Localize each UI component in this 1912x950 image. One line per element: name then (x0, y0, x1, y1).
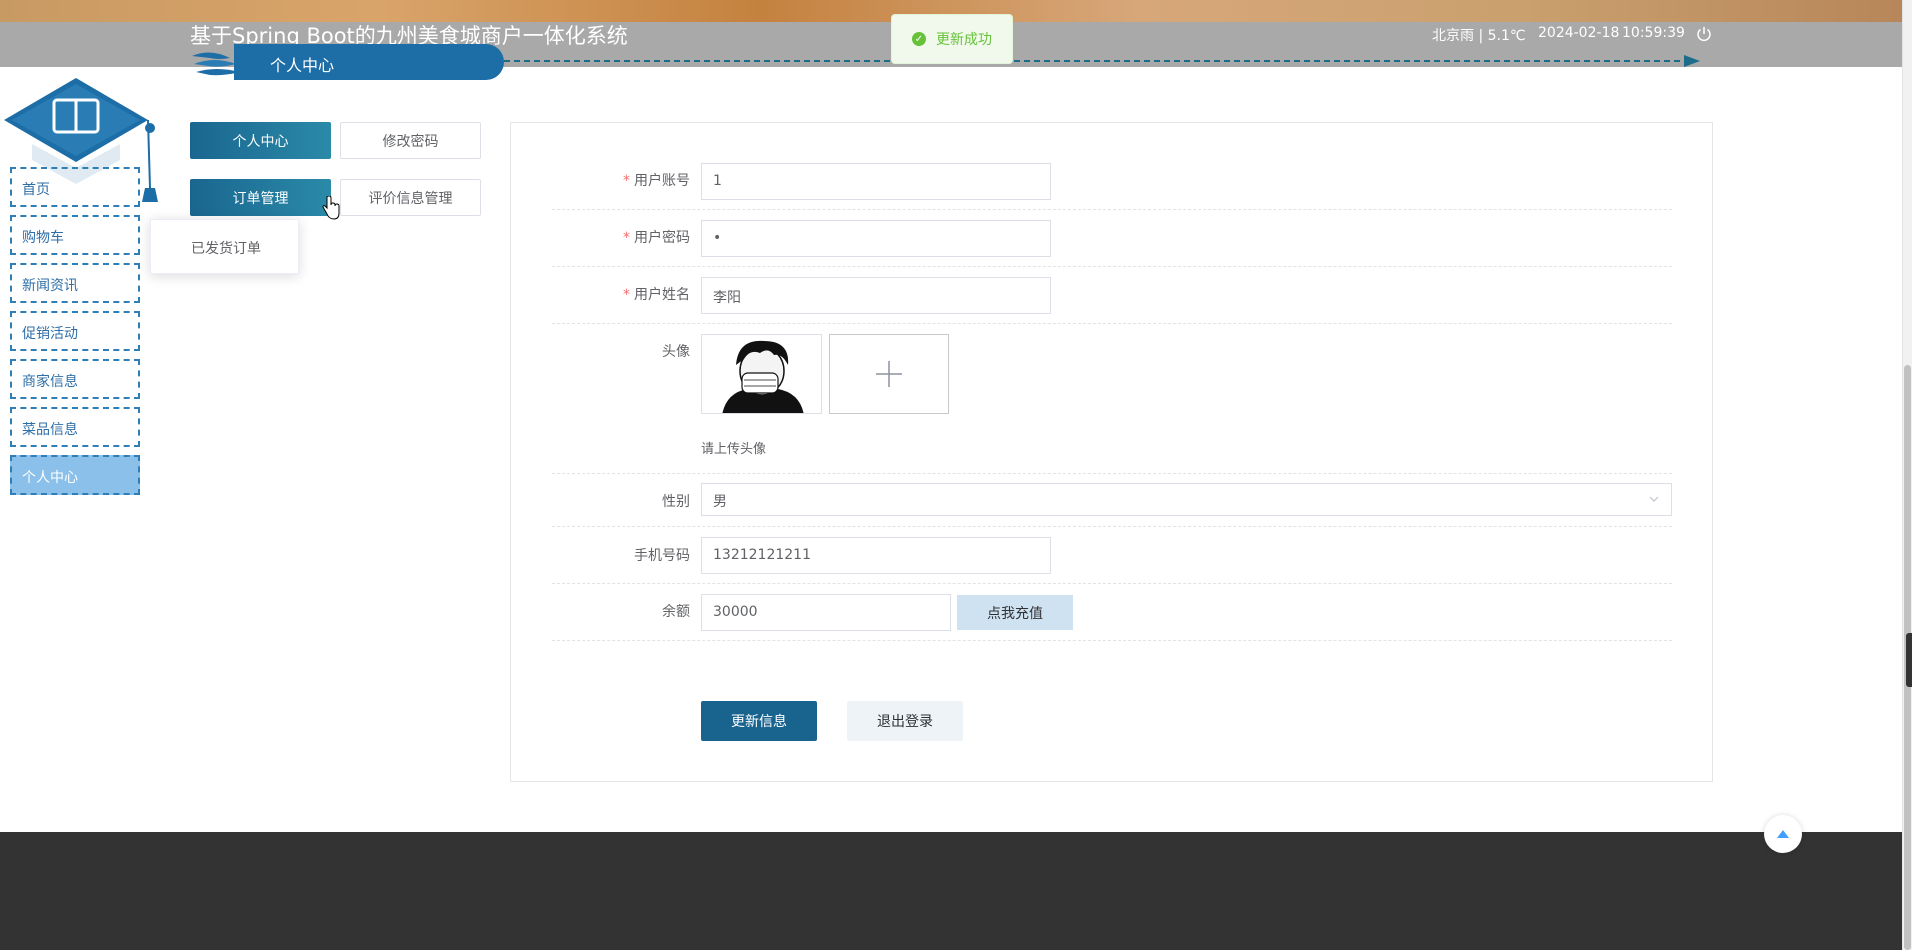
update-info-button[interactable]: 更新信息 (701, 701, 817, 741)
phone-input[interactable]: 13212121211 (701, 537, 1051, 574)
avatar-label: 头像 (662, 344, 690, 360)
row-divider (552, 323, 1672, 324)
required-mark: * (623, 230, 630, 246)
balance-input[interactable]: 30000 (701, 594, 951, 631)
time-display: 10:59:39 (1622, 25, 1685, 41)
logout-button[interactable]: 退出登录 (847, 701, 963, 741)
success-toast: ✓ 更新成功 (891, 14, 1013, 64)
dashed-arrow-decoration (504, 55, 1700, 67)
order-dropdown-menu: 已发货订单 (150, 219, 299, 274)
page-subtitle-banner: 个人中心 (190, 44, 504, 80)
account-input[interactable]: 1 (701, 163, 1051, 200)
avatar-upload-button[interactable] (829, 334, 949, 414)
row-divider (552, 266, 1672, 267)
gender-selected-value: 男 (713, 494, 727, 510)
dropdown-item-shipped-orders[interactable]: 已发货订单 (191, 238, 261, 258)
tab-change-password[interactable]: 修改密码 (340, 122, 481, 159)
row-divider (552, 526, 1672, 527)
plus-icon (876, 361, 902, 387)
profile-form-panel (510, 122, 1713, 782)
nav-item-personal-center[interactable]: 个人中心 (10, 455, 140, 495)
page-subtitle: 个人中心 (270, 56, 335, 75)
account-label: * 用户账号 (560, 170, 690, 190)
avatar-illustration (702, 335, 821, 413)
required-mark: * (623, 173, 630, 189)
nav-item-merchants[interactable]: 商家信息 (10, 359, 140, 399)
nav-item-dishes[interactable]: 菜品信息 (10, 407, 140, 447)
row-divider (552, 583, 1672, 584)
required-mark: * (623, 287, 630, 303)
avatar-image[interactable] (701, 334, 822, 414)
name-input[interactable]: 李阳 (701, 277, 1051, 314)
name-label: * 用户姓名 (560, 284, 690, 304)
name-label-text: 用户姓名 (634, 287, 690, 303)
caret-up-icon (1777, 830, 1789, 838)
phone-label: 手机号码 (634, 548, 690, 564)
hand-cursor-icon (322, 196, 340, 220)
avatar-upload-hint: 请上传头像 (701, 442, 767, 457)
row-divider (552, 640, 1672, 641)
back-to-top-button[interactable] (1764, 815, 1802, 853)
toast-message: 更新成功 (936, 32, 992, 48)
nav-item-promotions[interactable]: 促销活动 (10, 311, 140, 351)
account-label-text: 用户账号 (634, 173, 690, 189)
power-icon[interactable] (1695, 25, 1713, 43)
scroll-position-marker (1906, 633, 1912, 687)
password-label-text: 用户密码 (634, 230, 690, 246)
recharge-button[interactable]: 点我充值 (957, 595, 1073, 630)
nav-item-home[interactable]: 首页 (10, 167, 140, 207)
gender-select[interactable]: 男 (701, 483, 1672, 516)
gender-label: 性别 (662, 494, 690, 510)
row-divider (552, 473, 1672, 474)
balance-label: 余额 (662, 604, 690, 620)
footer (0, 832, 1902, 950)
check-circle-icon: ✓ (912, 32, 926, 46)
nav-item-news[interactable]: 新闻资讯 (10, 263, 140, 303)
chevron-down-icon (1649, 496, 1659, 502)
tab-order-management[interactable]: 订单管理 (190, 179, 331, 216)
date-display: 2024-02-18 (1538, 25, 1620, 41)
nav-item-cart[interactable]: 购物车 (10, 215, 140, 255)
tab-personal-center[interactable]: 个人中心 (190, 122, 331, 159)
password-label: * 用户密码 (560, 227, 690, 247)
weather-info: 北京雨 | 5.1℃ (1432, 28, 1526, 44)
row-divider (552, 209, 1672, 210)
tab-review-management[interactable]: 评价信息管理 (340, 179, 481, 216)
password-input[interactable]: • (701, 220, 1051, 257)
